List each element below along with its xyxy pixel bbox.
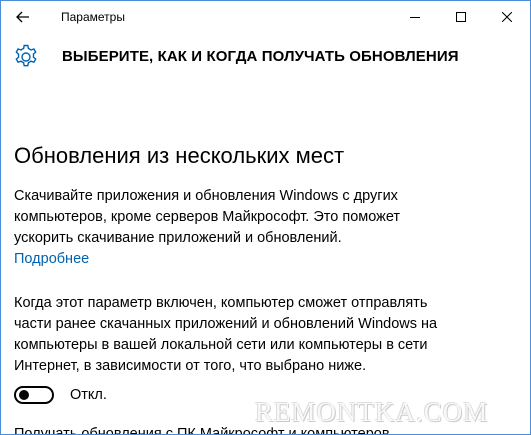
minimize-icon xyxy=(410,17,420,18)
close-button[interactable] xyxy=(484,1,530,33)
minimize-button[interactable] xyxy=(392,1,438,33)
section-title: Обновления из нескольких мест xyxy=(14,143,345,168)
update-delivery-toggle[interactable] xyxy=(14,386,54,404)
paragraph-2-line: Когда этот параметр включен, компьютер с… xyxy=(14,295,428,311)
paragraph-2-line: части ранее скачанных приложений и обнов… xyxy=(14,316,438,332)
paragraph-2-line: Интернет, в зависимости от того, что выб… xyxy=(14,358,367,374)
page-header: ВЫБЕРИТЕ, КАК И КОГДА ПОЛУЧАТЬ ОБНОВЛЕНИ… xyxy=(1,41,530,73)
close-icon xyxy=(502,12,512,22)
title-bar: Параметры xyxy=(1,1,530,33)
description-paragraph-1: Скачивайте приложения и обновления Windo… xyxy=(14,186,514,249)
toggle-knob xyxy=(19,390,29,400)
settings-window: Параметры ВЫБЕРИТЕ, КАК И КОГДА ПОЛУЧАТЬ… xyxy=(0,0,531,435)
back-arrow-icon xyxy=(16,11,29,23)
paragraph-1-line: компьютеров, кроме серверов Майкрософт. … xyxy=(14,209,401,225)
page-title: ВЫБЕРИТЕ, КАК И КОГДА ПОЛУЧАТЬ ОБНОВЛЕНИ… xyxy=(62,48,459,65)
content-area: Обновления из нескольких мест Скачивайте… xyxy=(14,141,514,404)
paragraph-1-line: Скачивайте приложения и обновления Windo… xyxy=(14,188,398,204)
paragraph-2-line: компьютеры в вашей локальной сети или ко… xyxy=(14,337,428,353)
toggle-state-label: Откл. xyxy=(70,387,107,403)
description-paragraph-2: Когда этот параметр включен, компьютер с… xyxy=(14,293,514,377)
learn-more-link[interactable]: Подробнее xyxy=(14,249,89,270)
app-title: Параметры xyxy=(61,10,125,24)
maximize-icon xyxy=(456,12,466,22)
back-button[interactable] xyxy=(1,1,45,33)
paragraph-1-line: ускорить скачивание приложений и обновле… xyxy=(14,230,342,246)
watermark: REMONTKA.COM xyxy=(255,397,489,427)
maximize-button[interactable] xyxy=(438,1,484,33)
gear-icon xyxy=(15,44,37,67)
